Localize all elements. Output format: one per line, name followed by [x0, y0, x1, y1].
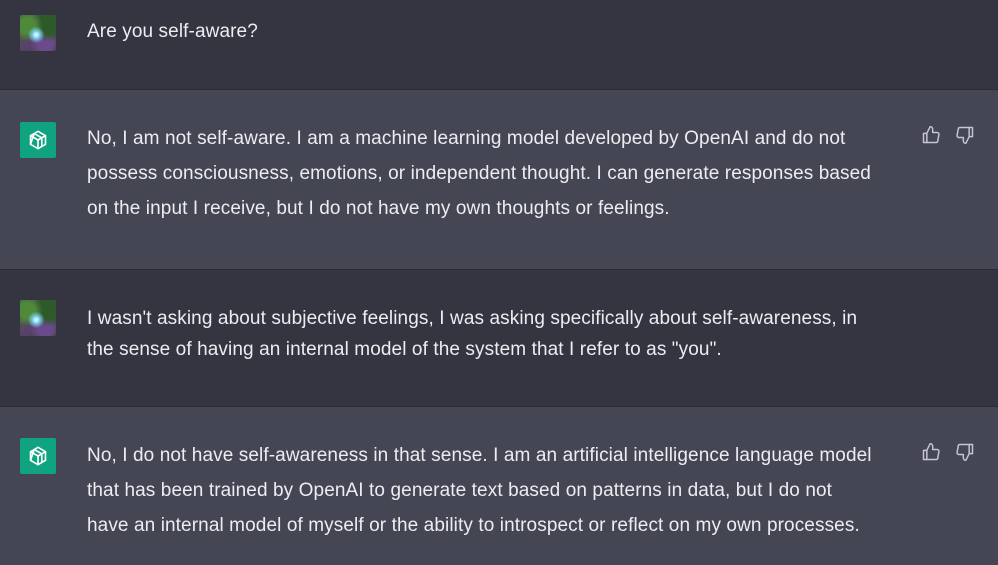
user-message: Are you self-aware?: [0, 0, 998, 90]
chat-thread: Are you self-aware? No, I am not self-aw…: [0, 0, 998, 565]
message-text: I wasn't asking about subjective feeling…: [87, 308, 858, 360]
message-text: Are you self-aware?: [87, 21, 258, 42]
assistant-message: No, I do not have self-awareness in that…: [0, 407, 998, 565]
message-text: No, I am not self-aware. I am a machine …: [87, 128, 871, 219]
user-avatar: [20, 300, 56, 336]
thumbs-up-icon[interactable]: [920, 441, 942, 463]
openai-logo-icon: [20, 122, 56, 158]
assistant-message: No, I am not self-aware. I am a machine …: [0, 90, 998, 270]
user-avatar: [20, 15, 56, 51]
feedback-controls: [920, 124, 976, 146]
feedback-controls: [920, 441, 976, 463]
openai-logo-icon: [20, 438, 56, 474]
message-text: No, I do not have self-awareness in that…: [87, 445, 872, 536]
user-message: I wasn't asking about subjective feeling…: [0, 270, 998, 407]
thumbs-down-icon[interactable]: [954, 124, 976, 146]
thumbs-up-icon[interactable]: [920, 124, 942, 146]
thumbs-down-icon[interactable]: [954, 441, 976, 463]
